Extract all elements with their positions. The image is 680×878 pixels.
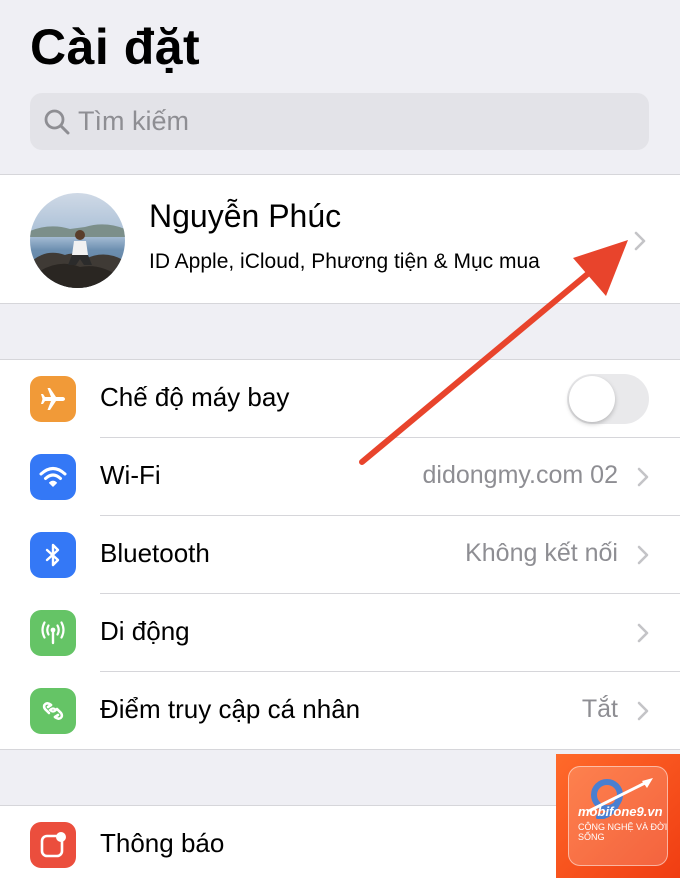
watermark-logo: mobifone9.vn CÔNG NGHỆ VÀ ĐỜI SỐNG [556,754,680,878]
watermark-brand: mobifone9.vn [578,804,663,819]
annotation-arrow-icon [359,240,628,465]
watermark-tagline: CÔNG NGHỆ VÀ ĐỜI SỐNG [578,822,668,842]
